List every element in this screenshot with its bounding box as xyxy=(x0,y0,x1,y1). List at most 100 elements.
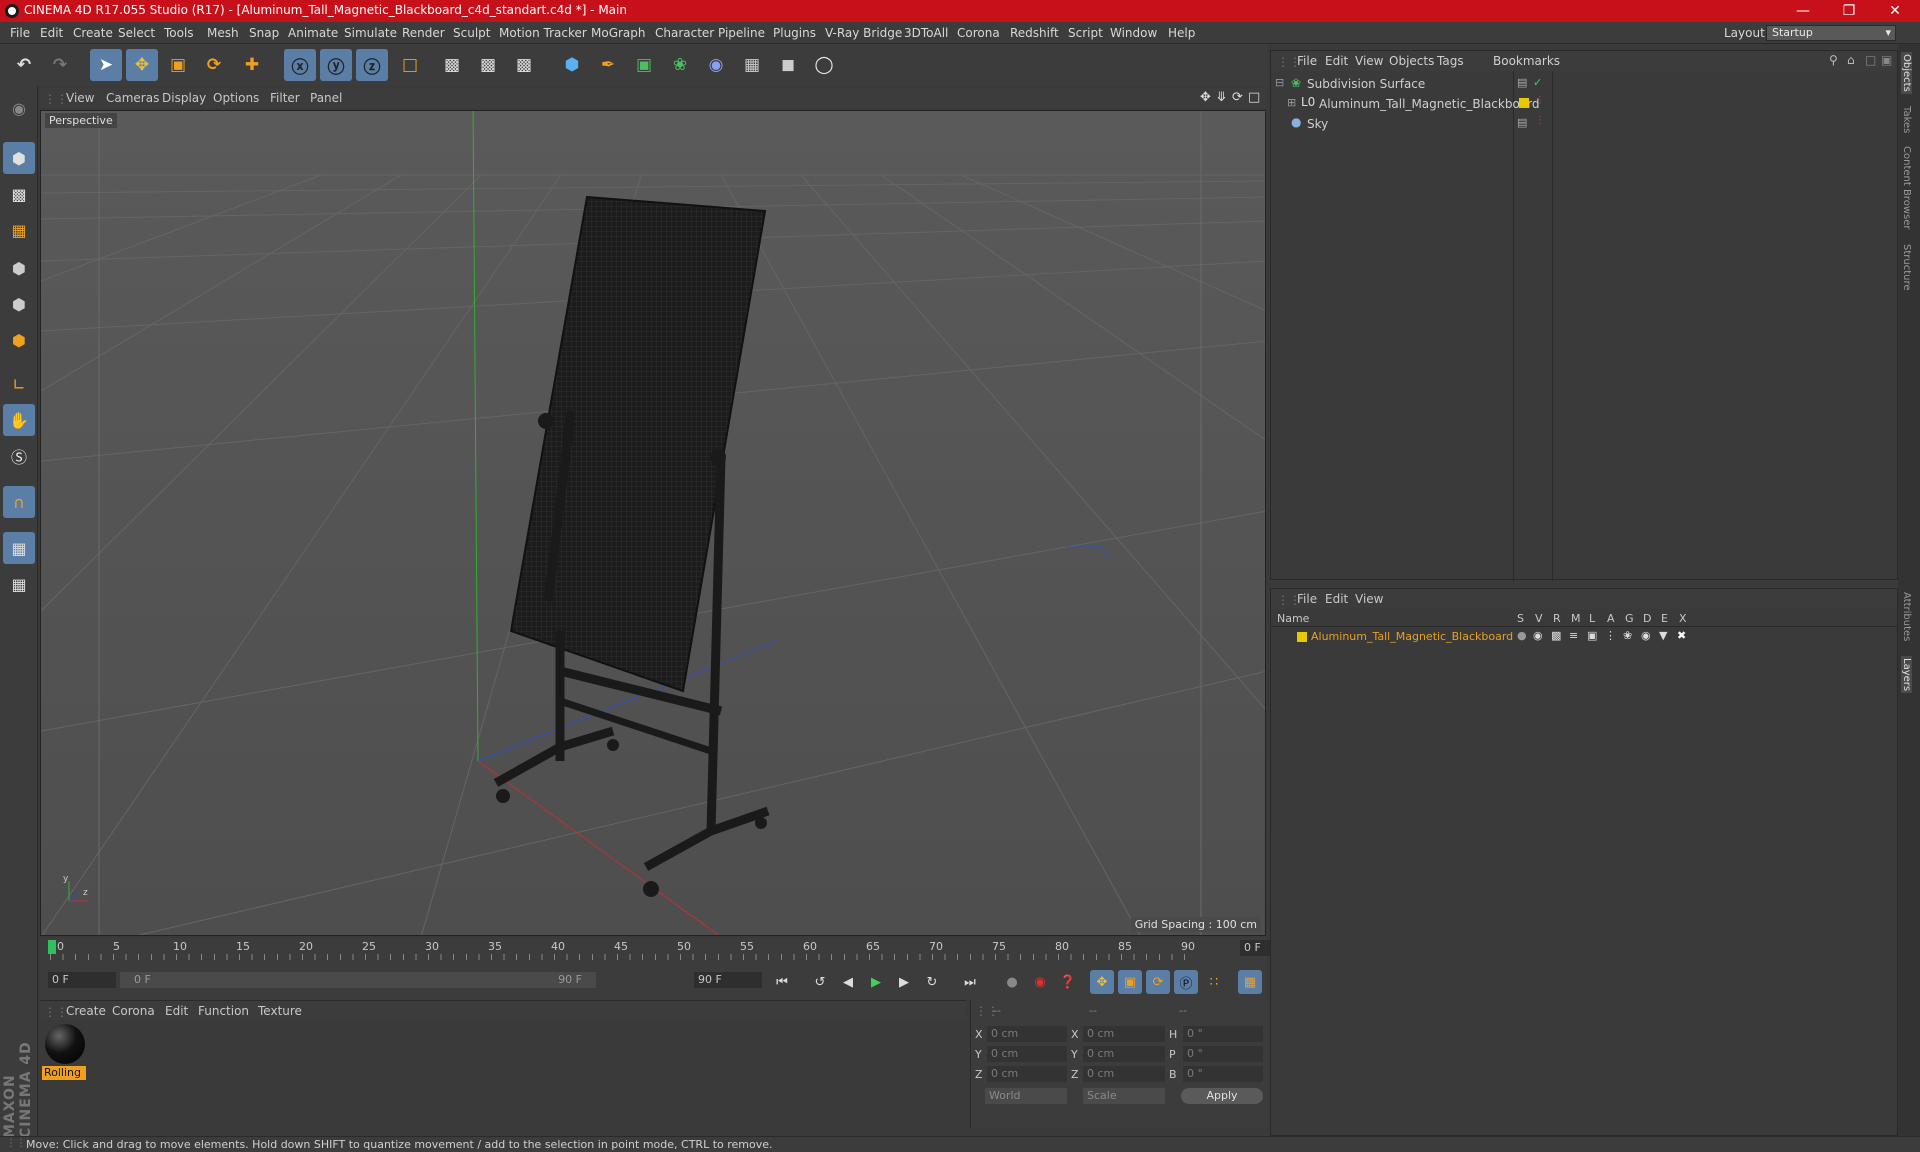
size-y-field[interactable]: 0 cm xyxy=(1083,1046,1165,1062)
layers-menu-view[interactable]: View xyxy=(1355,592,1383,606)
edges-mode-icon[interactable]: ⬢ xyxy=(3,288,35,320)
layers-menu-edit[interactable]: Edit xyxy=(1325,592,1348,606)
size-x-field[interactable]: 0 cm xyxy=(1083,1026,1165,1042)
menu-sculpt[interactable]: Sculpt xyxy=(453,26,490,40)
scale-select[interactable]: Scale xyxy=(1083,1088,1165,1104)
key-parameter-icon[interactable]: Ⓟ xyxy=(1174,970,1198,994)
floor-icon[interactable]: ▦ xyxy=(736,49,768,81)
play-icon[interactable]: ▶ xyxy=(864,970,888,994)
menu-animate[interactable]: Animate xyxy=(288,26,338,40)
menu-file[interactable]: File xyxy=(10,26,30,40)
next-key-icon[interactable]: ↻ xyxy=(920,970,944,994)
apply-button[interactable]: Apply xyxy=(1181,1088,1263,1104)
tab-content-browser[interactable]: Content Browser xyxy=(1901,146,1912,229)
record-keys-icon[interactable]: ● xyxy=(1000,970,1024,994)
objects-menu-edit[interactable]: Edit xyxy=(1325,54,1348,68)
pen-spline-icon[interactable]: ✒ xyxy=(592,49,624,81)
menu-mograph[interactable]: MoGraph xyxy=(591,26,646,40)
menu-3dtoall[interactable]: 3DToAll xyxy=(904,26,948,40)
rotation-h-field[interactable]: 0 ° xyxy=(1183,1026,1263,1042)
key-scale-icon[interactable]: ▣ xyxy=(1118,970,1142,994)
next-frame-icon[interactable]: ▶ xyxy=(892,970,916,994)
deformers-icon[interactable]: ◉ xyxy=(1641,629,1651,642)
render-settings-icon[interactable]: ▩ xyxy=(508,49,540,81)
timeline-ruler[interactable]: 0 5 10 15 20 25 30 35 40 45 50 55 60 65 … xyxy=(40,938,1304,962)
viewport-menu-display[interactable]: Display xyxy=(162,91,206,105)
menu-select[interactable]: Select xyxy=(118,26,155,40)
menu-snap[interactable]: Snap xyxy=(249,26,279,40)
go-to-end-icon[interactable]: ⏭ xyxy=(958,970,982,994)
collapse-icon[interactable]: ⊟ xyxy=(1275,76,1284,89)
viewport-maximize-icon[interactable]: □ xyxy=(1248,90,1260,105)
points-mode-icon[interactable]: ⬢ xyxy=(3,252,35,284)
menu-mesh[interactable]: Mesh xyxy=(207,26,239,40)
start-frame-field[interactable]: 0 F xyxy=(48,972,116,988)
tweak-mode-icon[interactable]: ✋ xyxy=(3,404,35,436)
model-mode-icon[interactable]: ⬢ xyxy=(3,142,35,174)
menu-window[interactable]: Window xyxy=(1110,26,1157,40)
tab-structure[interactable]: Structure xyxy=(1901,244,1912,291)
z-axis-lock-icon[interactable]: ⓩ xyxy=(356,49,388,81)
coordinate-system-icon[interactable]: □ xyxy=(394,49,426,81)
prev-key-icon[interactable]: ↺ xyxy=(808,970,832,994)
position-z-field[interactable]: 0 cm xyxy=(987,1066,1067,1082)
material-menu-function[interactable]: Function xyxy=(198,1004,249,1018)
animation-icon[interactable]: ⋮ xyxy=(1605,629,1616,642)
camera-icon[interactable]: ◼ xyxy=(772,49,804,81)
menu-tools[interactable]: Tools xyxy=(164,26,194,40)
tab-takes[interactable]: Takes xyxy=(1901,106,1912,133)
objects-menu-objects[interactable]: Objects xyxy=(1389,54,1434,68)
keyframe-selection-icon[interactable]: ❓ xyxy=(1056,970,1080,994)
viewport-perspective[interactable]: y z Perspective Grid Spacing : 100 cm xyxy=(40,110,1266,936)
enabled-check-icon[interactable]: ✓ xyxy=(1533,76,1542,89)
cloner-icon[interactable]: ❀ xyxy=(664,49,696,81)
texture-mode-icon[interactable]: ▩ xyxy=(3,178,35,210)
move-icon[interactable]: ✥ xyxy=(126,49,158,81)
xref-icon[interactable]: ✖ xyxy=(1677,629,1686,642)
close-icon[interactable]: ✕ xyxy=(1872,0,1918,22)
menu-create[interactable]: Create xyxy=(73,26,113,40)
generators-icon[interactable]: ❀ xyxy=(1623,629,1632,642)
prev-frame-icon[interactable]: ◀ xyxy=(836,970,860,994)
menu-render[interactable]: Render xyxy=(402,26,445,40)
menu-redshift[interactable]: Redshift xyxy=(1010,26,1059,40)
key-pla-icon[interactable]: ∷ xyxy=(1202,970,1226,994)
viewport-zoom-icon[interactable]: ⤋ xyxy=(1216,90,1227,105)
minimize-icon[interactable]: — xyxy=(1780,0,1826,22)
scale-icon[interactable]: ▣ xyxy=(162,49,194,81)
workplane-icon[interactable]: ▦ xyxy=(3,214,35,246)
tab-objects[interactable]: Objects xyxy=(1901,52,1912,94)
grid-snap-icon[interactable]: ▦ xyxy=(3,568,35,600)
rotation-p-field[interactable]: 0 ° xyxy=(1183,1046,1263,1062)
viewport-menu-panel[interactable]: Panel xyxy=(310,91,342,105)
axis-mode-icon[interactable]: ∟ xyxy=(3,368,35,400)
y-axis-lock-icon[interactable]: ⓨ xyxy=(320,49,352,81)
magnet-icon[interactable]: ∩ xyxy=(3,486,35,518)
expand-icon[interactable]: ⊞ xyxy=(1287,96,1296,109)
menu-simulate[interactable]: Simulate xyxy=(344,26,397,40)
go-to-start-icon[interactable]: ⏮ xyxy=(770,970,794,994)
menu-character[interactable]: Character xyxy=(655,26,714,40)
menu-plugins[interactable]: Plugins xyxy=(773,26,816,40)
rotation-b-field[interactable]: 0 ° xyxy=(1183,1066,1263,1082)
tab-attributes[interactable]: Attributes xyxy=(1901,592,1912,641)
manager-icon[interactable]: ≡ xyxy=(1569,629,1578,642)
home-icon[interactable]: ⌂ xyxy=(1847,53,1855,67)
position-x-field[interactable]: 0 cm xyxy=(987,1026,1067,1042)
visibility-dots-icon[interactable]: ⋮ xyxy=(1535,115,1545,126)
deformer-icon[interactable]: ◉ xyxy=(700,49,732,81)
viewport-menu-options[interactable]: Options xyxy=(213,91,259,105)
solo-icon[interactable]: ● xyxy=(1517,629,1527,642)
viewport-rotate-icon[interactable]: ⟳ xyxy=(1232,90,1243,105)
menu-vray-bridge[interactable]: V-Ray Bridge xyxy=(825,26,902,40)
key-position-icon[interactable]: ✥ xyxy=(1090,970,1114,994)
object-row-subdivision[interactable]: ⊟ ❀ Subdivision Surface ▤ ✓ xyxy=(1271,75,1897,93)
viewport-menu-cameras[interactable]: Cameras xyxy=(106,91,159,105)
restore-icon[interactable]: ❐ xyxy=(1826,0,1872,22)
timeline-playhead[interactable] xyxy=(48,940,56,954)
redo-icon[interactable]: ↷ xyxy=(44,49,76,81)
make-editable-icon[interactable]: ◉ xyxy=(3,92,35,124)
material-menu-texture[interactable]: Texture xyxy=(258,1004,302,1018)
menu-motion-tracker[interactable]: Motion Tracker xyxy=(499,26,587,40)
viewport-menu-view[interactable]: View xyxy=(66,91,94,105)
